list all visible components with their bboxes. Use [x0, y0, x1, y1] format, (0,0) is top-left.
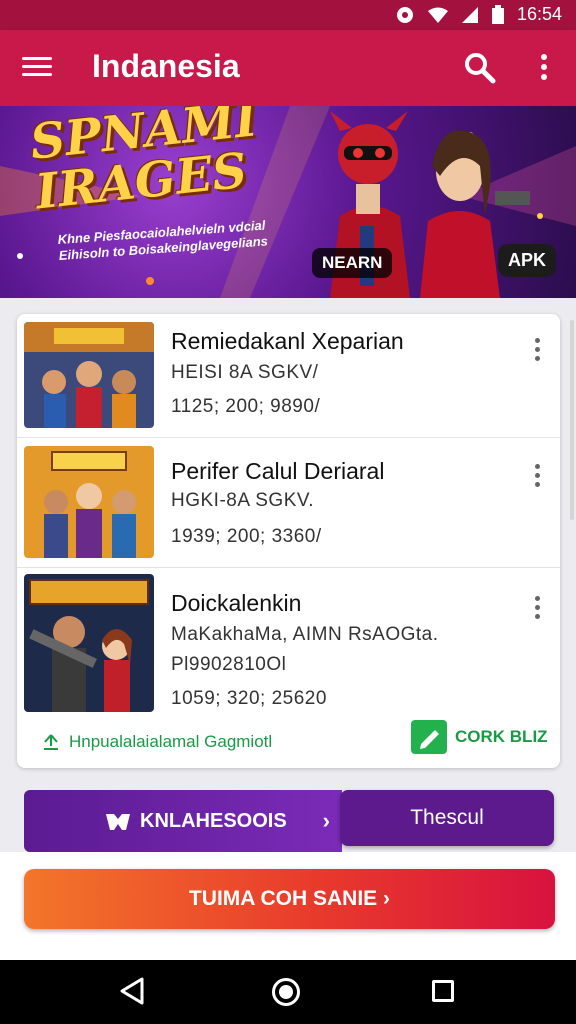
status-icons: 16:54 [395, 4, 562, 25]
overflow-menu-icon[interactable] [530, 50, 558, 84]
item-overflow-icon[interactable] [531, 596, 543, 622]
item-title: Doickalenkin [171, 590, 302, 616]
game-thumbnail [24, 574, 154, 712]
item-overflow-icon[interactable] [531, 464, 543, 490]
item-subtitle: HEISI 8A SGKV/ [171, 362, 319, 383]
signal-icon [461, 6, 478, 23]
item-subtitle: MaKakhaMa, AIMN RsAOGta. [171, 624, 439, 645]
menu-icon[interactable] [22, 52, 52, 82]
recents-icon[interactable] [432, 980, 454, 1002]
chevron-right-icon: › [322, 808, 330, 833]
item-overflow-icon[interactable] [531, 338, 543, 364]
item-title: Perifer Calul Deriaral [171, 458, 385, 484]
category-button-label: KNLAHESOOIS [140, 809, 287, 832]
list-item[interactable]: Perifer Calul Deriaral HGKI-8A SGKV. 193… [17, 438, 560, 568]
card-footer-link[interactable]: Hnpualalaialamal Gagmiotl [41, 732, 272, 752]
primary-cta-button[interactable]: TUIMA COH SANIE › [24, 869, 555, 929]
banner-badge-left: NEARN [312, 248, 393, 278]
back-icon[interactable] [118, 976, 146, 1006]
app-bar: Indanesia [0, 30, 576, 106]
item-stats: 1939; 200; 3360/ [171, 526, 322, 547]
apk-badge[interactable]: APK [498, 244, 557, 277]
status-bar: 16:54 [0, 0, 576, 30]
system-nav-bar [0, 960, 576, 1024]
scrollbar[interactable] [570, 320, 574, 520]
game-thumbnail [24, 446, 154, 558]
edit-icon [411, 720, 447, 754]
item-title: Remiedakanl Xeparian [171, 328, 404, 354]
upload-icon [44, 734, 58, 750]
promo-banner[interactable]: SPNAMI IRAGES Khne Piesfaocaiolahelvieln… [0, 106, 576, 298]
notification-icon [396, 6, 413, 23]
category-button[interactable]: KNLAHESOOIS › [24, 790, 342, 852]
item-stats: 1125; 200; 9890/ [171, 396, 321, 417]
gamepad-icon [106, 814, 130, 830]
card-footer-action-label: CORK BLIZ [455, 727, 548, 746]
secondary-tab-button[interactable]: Thescul [340, 790, 554, 846]
wifi-icon [427, 7, 448, 23]
search-icon[interactable] [462, 50, 496, 84]
item-stats: 1059; 320; 25620 [171, 688, 327, 709]
card-footer-link-label: Hnpualalaialamal Gagmiotl [69, 732, 273, 751]
app-list-card: Remiedakanl Xeparian HEISI 8A SGKV/ 1125… [17, 314, 560, 768]
card-footer-action[interactable]: CORK BLIZ [411, 720, 548, 754]
game-thumbnail [24, 322, 154, 428]
app-title: Indanesia [92, 48, 240, 84]
item-subtitle: HGKI-8A SGKV. [171, 490, 315, 511]
list-item[interactable]: Doickalenkin MaKakhaMa, AIMN RsAOGta. Pl… [17, 568, 560, 718]
status-clock: 16:54 [516, 4, 562, 24]
battery-icon [491, 4, 504, 24]
item-code: Pl9902810Ol [171, 654, 287, 675]
home-icon[interactable] [272, 978, 300, 1006]
list-item[interactable]: Remiedakanl Xeparian HEISI 8A SGKV/ 1125… [17, 314, 560, 438]
